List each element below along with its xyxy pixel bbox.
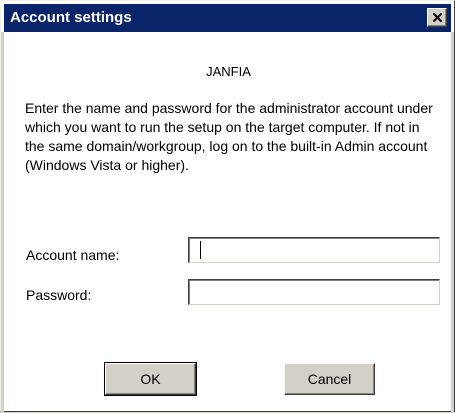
cancel-button[interactable]: Cancel — [284, 363, 375, 395]
instructions-text: Enter the name and password for the admi… — [25, 100, 433, 173]
close-icon — [433, 13, 442, 22]
text-caret — [200, 241, 201, 259]
frame-left-edge — [1, 32, 4, 413]
account-settings-dialog: Account settings JANFIA Enter the name a… — [0, 0, 455, 413]
title-bar[interactable]: Account settings — [4, 4, 451, 32]
dialog-title: Account settings — [10, 9, 132, 26]
ok-button[interactable]: OK — [104, 362, 197, 396]
password-input[interactable] — [188, 279, 440, 305]
account-name-input[interactable] — [188, 237, 440, 263]
close-button[interactable] — [427, 8, 447, 27]
account-name-label: Account name: — [26, 247, 120, 263]
password-label: Password: — [26, 287, 92, 303]
frame-right-edge — [451, 32, 454, 413]
app-name-heading: JANFIA — [206, 64, 251, 79]
